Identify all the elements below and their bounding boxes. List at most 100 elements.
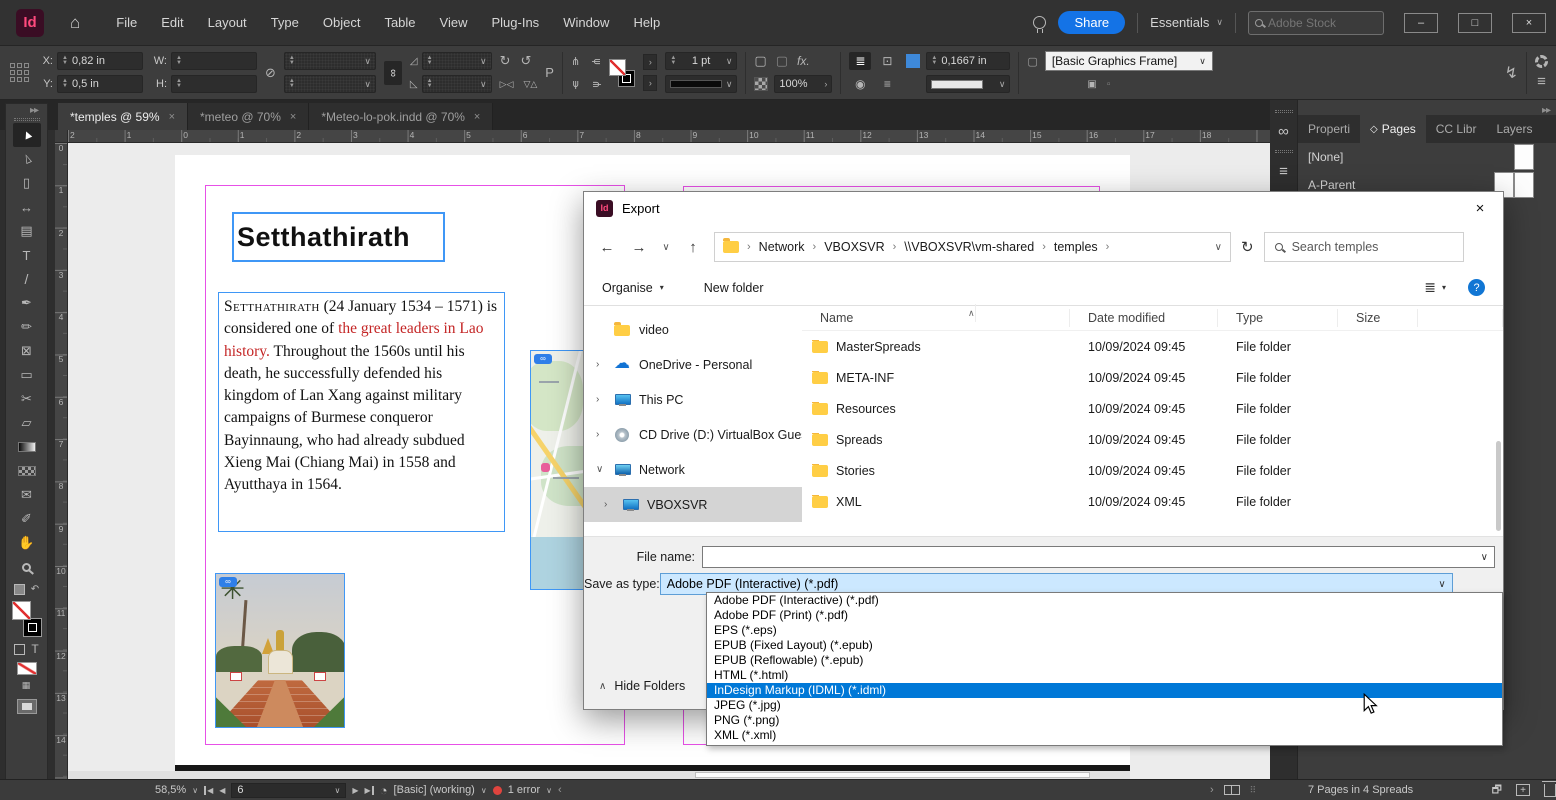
wrap-options-dropdown[interactable]: ∨ [926, 75, 1010, 93]
fill-expander[interactable]: › [643, 54, 657, 70]
screen-mode-button[interactable] [17, 699, 37, 714]
wrap-none-button[interactable]: ≣ [849, 52, 871, 70]
format-option[interactable]: Adobe PDF (Interactive) (*.pdf) [707, 593, 1502, 608]
pencil-tool[interactable]: ✏ [13, 315, 41, 339]
default-swatch-icon[interactable]: ↶ [31, 584, 39, 595]
reference-point-grid[interactable] [10, 63, 29, 82]
horizontal-scrollbar[interactable] [68, 771, 1130, 779]
style-override-icon[interactable]: ▣ [1087, 79, 1096, 90]
file-row[interactable]: Spreads 10/09/2024 09:45 File folder [802, 424, 1503, 455]
line-tool[interactable]: / [13, 267, 41, 291]
tree-chevron-icon[interactable]: › [596, 394, 606, 405]
breadcrumb-item[interactable]: VBOXSVR [824, 240, 884, 254]
frame-tool[interactable]: ⊠ [13, 339, 41, 363]
workspace-switcher[interactable]: Essentials ∨ [1150, 15, 1223, 30]
file-row[interactable]: META-INF 10/09/2024 09:45 File folder [802, 362, 1503, 393]
height-field[interactable]: ▲▼ [171, 75, 257, 93]
scrollbar-thumb[interactable] [695, 772, 1090, 778]
menu-item[interactable]: Type [259, 9, 311, 36]
preflight-profile[interactable]: [Basic] (working) [394, 784, 475, 796]
breadcrumb-item[interactable]: \\VBOXSVR\vm-shared [904, 240, 1034, 254]
fill-stroke-swatches[interactable] [609, 59, 635, 87]
toolbar-fill-stroke[interactable] [12, 601, 42, 637]
file-row[interactable]: Stories 10/09/2024 09:45 File folder [802, 455, 1503, 486]
format-option[interactable]: Adobe PDF (Print) (*.pdf) [707, 608, 1502, 623]
tree-chevron-icon[interactable]: ∨ [596, 464, 606, 475]
forward-icon[interactable]: → [628, 239, 650, 256]
format-option[interactable]: JPEG (*.jpg) [707, 698, 1502, 713]
stroke-expander[interactable]: › [643, 75, 657, 91]
direct-selection-tool[interactable]: ▻ [13, 147, 41, 171]
adobe-stock-search[interactable] [1248, 11, 1384, 35]
panel-menu-icon[interactable]: ≡ [1537, 73, 1546, 90]
new-page-icon[interactable]: + [1516, 784, 1530, 796]
panel-tab[interactable]: ◇ Pages [1360, 115, 1426, 143]
breadcrumb-item[interactable]: Network [759, 240, 805, 254]
stroke-panel-icon[interactable]: ≡ [1279, 163, 1288, 180]
breadcrumb-item[interactable]: temples [1054, 240, 1098, 254]
collapse-panels-icon[interactable]: ▸▸ [1542, 105, 1550, 116]
dialog-close-icon[interactable]: × [1467, 197, 1493, 219]
panel-tab[interactable]: ◇ CC Libr [1426, 115, 1487, 143]
link-badge-icon[interactable]: ∞ [534, 354, 552, 364]
previous-page-button[interactable]: ◀ [219, 786, 225, 795]
stock-search-input[interactable] [1268, 16, 1358, 30]
links-panel-icon[interactable]: ∞ [1278, 123, 1289, 140]
body-text-frame[interactable]: Setthathirath (24 January 1534 – 1571) i… [218, 292, 505, 532]
view-mode-button[interactable]: ≣ ▾ [1424, 279, 1446, 296]
delete-page-icon[interactable] [1544, 784, 1556, 797]
tree-chevron-icon[interactable]: › [604, 499, 614, 510]
scale-y-field[interactable]: ▲▼∨ [284, 75, 376, 93]
next-page-button[interactable]: ▶ [352, 786, 358, 795]
back-icon[interactable]: ← [596, 239, 618, 256]
x-position-field[interactable]: ▲▼0,82 in [57, 52, 143, 70]
shear-field[interactable]: ▲▼∨ [422, 75, 492, 93]
zoom-tool[interactable] [13, 555, 41, 579]
eyedropper-tool[interactable]: ✐ [13, 507, 41, 531]
tree-item[interactable]: ∨ Network [584, 452, 802, 487]
expand-status-icon[interactable]: › [1210, 784, 1214, 796]
file-row[interactable]: Resources 10/09/2024 09:45 File folder [802, 393, 1503, 424]
quick-apply-icon[interactable]: ↯ [1505, 63, 1518, 83]
swap-swatch-icon[interactable] [14, 584, 25, 595]
hide-folders-button[interactable]: ∧ Hide Folders [599, 679, 685, 693]
stroke-swatch[interactable] [23, 618, 42, 637]
preflight-icon[interactable]: ◔ [380, 783, 388, 798]
effects-fx-button[interactable]: fx. [797, 54, 810, 68]
learn-bulb-icon[interactable] [1033, 16, 1046, 29]
tree-item[interactable]: › OneDrive - Personal [584, 347, 802, 382]
menu-item[interactable]: Window [551, 9, 621, 36]
file-name-field[interactable]: ∨ [702, 546, 1495, 568]
menu-item[interactable]: Edit [149, 9, 195, 36]
constrain-scale-icon[interactable]: ∞ [384, 61, 402, 85]
ruler-origin[interactable] [55, 130, 68, 143]
type-tool[interactable]: T [13, 243, 41, 267]
last-page-button[interactable]: ▶ [365, 786, 374, 795]
error-count[interactable]: 1 error [508, 784, 540, 796]
close-icon[interactable]: × [474, 111, 480, 123]
column-header[interactable]: Size [1338, 309, 1418, 327]
format-option[interactable]: XML (*.xml) [707, 728, 1502, 743]
close-icon[interactable]: × [169, 111, 175, 123]
minimize-button[interactable]: – [1404, 13, 1438, 33]
page-number-field[interactable]: 6 ∨ [231, 783, 346, 798]
home-icon[interactable]: ⌂ [70, 13, 80, 33]
gradient-feather-tool[interactable] [13, 459, 41, 483]
menu-item[interactable]: Object [311, 9, 373, 36]
menu-item[interactable]: File [104, 9, 149, 36]
clear-overrides-icon[interactable]: ▫ [1107, 79, 1111, 90]
zoom-level[interactable]: 58,5% [155, 784, 186, 796]
document-tab[interactable]: *Meteo-lo-pok.indd @ 70% × [309, 103, 493, 130]
apply-gradient-icon[interactable]: ▦ [22, 680, 32, 691]
format-option[interactable]: InDesign Markup (IDML) (*.idml) [707, 683, 1502, 698]
menu-item[interactable]: Help [621, 9, 672, 36]
tree-chevron-icon[interactable]: › [596, 359, 606, 370]
up-icon[interactable]: ↑ [682, 239, 704, 256]
maximize-button[interactable]: □ [1458, 13, 1492, 33]
arrange-right-icon[interactable]: ⋔ [590, 79, 603, 88]
tree-item[interactable]: video [584, 312, 802, 347]
close-icon[interactable]: × [290, 111, 296, 123]
gradient-tool[interactable] [13, 435, 41, 459]
rotate-cw-button[interactable]: ↻ [500, 53, 511, 69]
title-text-frame[interactable]: Setthathirath [232, 212, 445, 262]
